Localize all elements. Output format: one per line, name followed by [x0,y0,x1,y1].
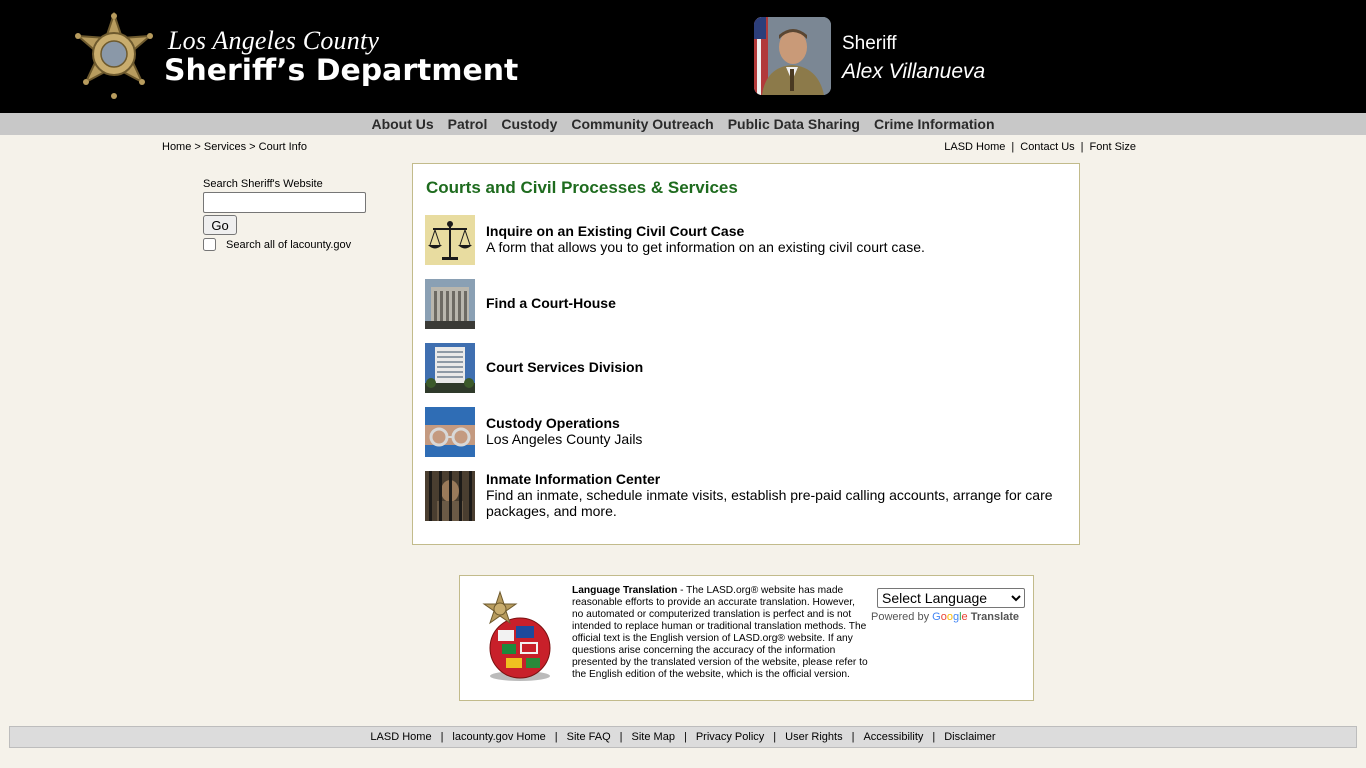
site-search: Search Sheriff's Website Go Search all o… [203,178,366,251]
footer-separator: | [851,731,855,743]
search-label: Search Sheriff's Website [203,178,323,190]
utility-links: LASD Home | Contact Us | Font Size [944,141,1136,153]
search-all-label: Search all of lacounty.gov [226,238,352,251]
utility-separator: | [1080,141,1084,153]
contact-us-link[interactable]: Contact Us [1020,141,1074,153]
nav-custody[interactable]: Custody [494,113,564,135]
translation-heading: Language Translation [572,585,678,596]
page-title: Courts and Civil Processes & Services [426,178,738,197]
nav-patrol[interactable]: Patrol [441,113,495,135]
footer-separator: | [440,731,444,743]
footer-separator: | [773,731,777,743]
translation-body: - The LASD.org® website has made reasona… [572,585,868,680]
footer-separator: | [554,731,558,743]
content-panel: Courts and Civil Processes & Services In… [412,163,1080,545]
site-header: Los Angeles County Sheriff’s Department … [0,0,1366,113]
footer-link-site-faq[interactable]: Site FAQ [567,731,611,743]
nav-about-us[interactable]: About Us [364,113,440,135]
nav-community-outreach[interactable]: Community Outreach [564,113,720,135]
translation-disclaimer: Language Translation - The LASD.org® web… [572,585,868,681]
footer-link-lasd-home[interactable]: LASD Home [370,731,431,743]
breadcrumb-home[interactable]: Home [162,141,191,153]
court-building-photo[interactable] [425,343,475,393]
search-all-option: Search all of lacounty.gov [203,238,366,251]
translate-label[interactable]: Translate [971,611,1019,623]
powered-by-label: Powered by [871,611,930,623]
nav-crime-information[interactable]: Crime Information [867,113,1002,135]
scales-of-justice-icon[interactable] [425,215,475,265]
globe-flags-icon [482,590,551,681]
county-name: Los Angeles County [168,26,380,55]
nav-public-data-sharing[interactable]: Public Data Sharing [721,113,867,135]
breadcrumb-services[interactable]: Services [204,141,246,153]
breadcrumb-separator: > [249,141,256,153]
item-title[interactable]: Inquire on an Existing Civil Court Case [486,223,1066,239]
item-title[interactable]: Court Services Division [486,359,1066,375]
item-title[interactable]: Find a Court-House [486,295,1066,311]
utility-separator: | [1011,141,1015,153]
lasd-home-link[interactable]: LASD Home [944,141,1005,153]
search-all-checkbox[interactable] [203,238,216,251]
item-description: A form that allows you to get informatio… [486,239,925,255]
sheriff-star-badge-logo[interactable] [74,12,154,100]
item-description: Find an inmate, schedule inmate visits, … [486,487,1053,519]
handcuffs-photo[interactable] [425,407,475,457]
item-title[interactable]: Inmate Information Center [486,471,1066,487]
footer-link-privacy-policy[interactable]: Privacy Policy [696,731,764,743]
site-footer: LASD Home | lacounty.gov Home | Site FAQ | Sit… [9,726,1357,748]
sheriff-title: Sheriff [842,33,897,54]
footer-separator: | [683,731,687,743]
language-select[interactable]: Select Language [877,588,1025,608]
language-translation-panel: Language Translation - The LASD.org® web… [459,575,1034,701]
sheriff-name: Alex Villanueva [842,60,986,83]
search-input[interactable] [203,192,366,213]
powered-by-google-translate: Powered by Google Translate [871,611,1019,623]
google-logo[interactable]: Google [932,611,968,623]
inmate-bars-photo[interactable] [425,471,475,521]
go-button[interactable]: Go [203,215,237,235]
courthouse-photo[interactable] [425,279,475,329]
department-name: Sheriff’s Department [164,53,519,87]
breadcrumb-separator: > [194,141,201,153]
item-description: Los Angeles County Jails [486,431,643,447]
footer-link-lacounty-home[interactable]: lacounty.gov Home [452,731,545,743]
sheriff-portrait [754,17,831,95]
font-size-link[interactable]: Font Size [1090,141,1136,153]
main-nav: About Us Patrol Custody Community Outreach P… [0,113,1366,135]
footer-link-accessibility[interactable]: Accessibility [863,731,923,743]
footer-link-disclaimer[interactable]: Disclaimer [944,731,995,743]
breadcrumb: Home > Services > Court Info [162,141,307,153]
item-title[interactable]: Custody Operations [486,415,1066,431]
footer-separator: | [619,731,623,743]
footer-separator: | [932,731,936,743]
footer-link-site-map[interactable]: Site Map [632,731,675,743]
footer-link-user-rights[interactable]: User Rights [785,731,842,743]
breadcrumb-current: Court Info [258,141,307,153]
